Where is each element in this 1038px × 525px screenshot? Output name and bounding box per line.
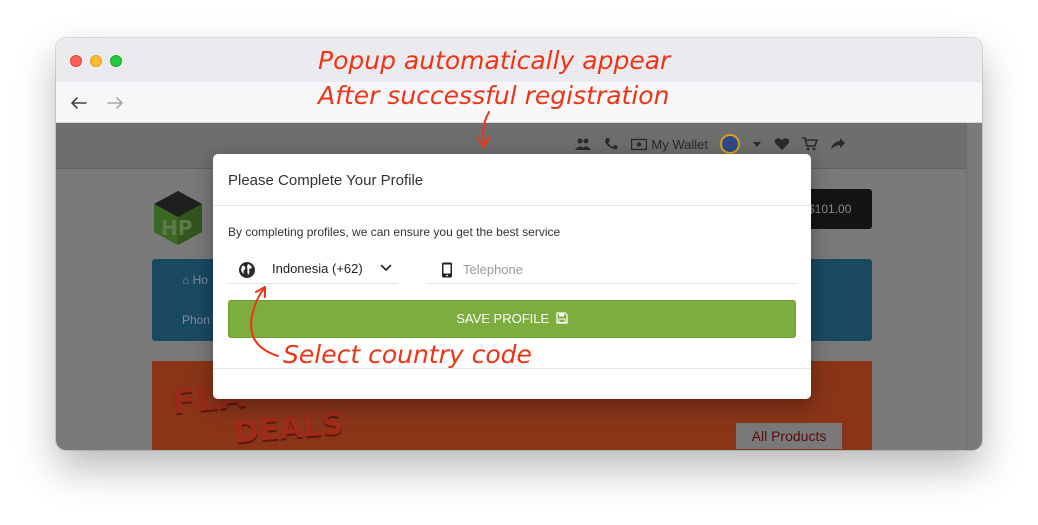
save-profile-label: SAVE PROFILE bbox=[456, 311, 550, 326]
country-select-value: Indonesia (+62) bbox=[272, 261, 363, 276]
globe-icon bbox=[239, 262, 255, 278]
all-products-button[interactable]: All Products bbox=[736, 423, 842, 449]
nav-item-phone[interactable]: Phon bbox=[182, 313, 210, 327]
zoom-window-button[interactable] bbox=[110, 55, 122, 67]
telephone-input[interactable] bbox=[463, 256, 783, 282]
share-icon[interactable] bbox=[830, 137, 846, 151]
modal-header: Please Complete Your Profile bbox=[213, 154, 811, 206]
top-bar-icons: My Wallet bbox=[575, 134, 846, 154]
annotation-select-country: Select country code bbox=[283, 340, 532, 369]
arrow-right-icon bbox=[107, 97, 123, 109]
close-window-button[interactable] bbox=[70, 55, 82, 67]
page-scrollbar[interactable] bbox=[966, 123, 982, 450]
cart-balance-button[interactable]: $101.00 bbox=[804, 189, 872, 229]
balance-amount: $101.00 bbox=[808, 202, 852, 216]
caret-down-icon[interactable] bbox=[752, 137, 762, 151]
cart-icon[interactable] bbox=[802, 137, 818, 151]
chevron-down-icon bbox=[380, 264, 392, 271]
telephone-field[interactable] bbox=[427, 254, 797, 284]
forward-button[interactable] bbox=[102, 90, 128, 116]
country-code-select[interactable]: Indonesia (+62) bbox=[228, 254, 398, 284]
avatar[interactable] bbox=[720, 134, 740, 154]
wallet-icon bbox=[631, 138, 648, 151]
home-icon: ⌂ bbox=[182, 273, 193, 287]
annotation-popup-line1: Popup automatically appear bbox=[318, 46, 671, 75]
mobile-phone-icon bbox=[442, 262, 452, 278]
nav-home-label: Ho bbox=[192, 273, 208, 287]
phone-icon[interactable] bbox=[603, 137, 619, 151]
modal-title: Please Complete Your Profile bbox=[228, 172, 424, 189]
my-wallet-label: My Wallet bbox=[651, 136, 708, 152]
nav-item-home[interactable]: ⌂ Ho bbox=[182, 273, 208, 287]
svg-text:HP: HP bbox=[161, 216, 192, 240]
heart-icon[interactable] bbox=[774, 137, 790, 151]
site-logo[interactable]: HP bbox=[152, 189, 204, 247]
my-wallet-link[interactable]: My Wallet bbox=[631, 137, 708, 152]
save-profile-button[interactable]: SAVE PROFILE bbox=[228, 300, 796, 338]
users-icon[interactable] bbox=[575, 137, 592, 151]
banner-deals-text: DEALS bbox=[232, 406, 345, 450]
modal-description: By completing profiles, we can ensure yo… bbox=[228, 225, 561, 239]
minimize-window-button[interactable] bbox=[90, 55, 102, 67]
floppy-disk-icon bbox=[556, 312, 568, 324]
annotation-popup-line2: After successful registration bbox=[318, 81, 670, 110]
arrow-left-icon bbox=[71, 97, 87, 109]
back-button[interactable] bbox=[66, 90, 92, 116]
